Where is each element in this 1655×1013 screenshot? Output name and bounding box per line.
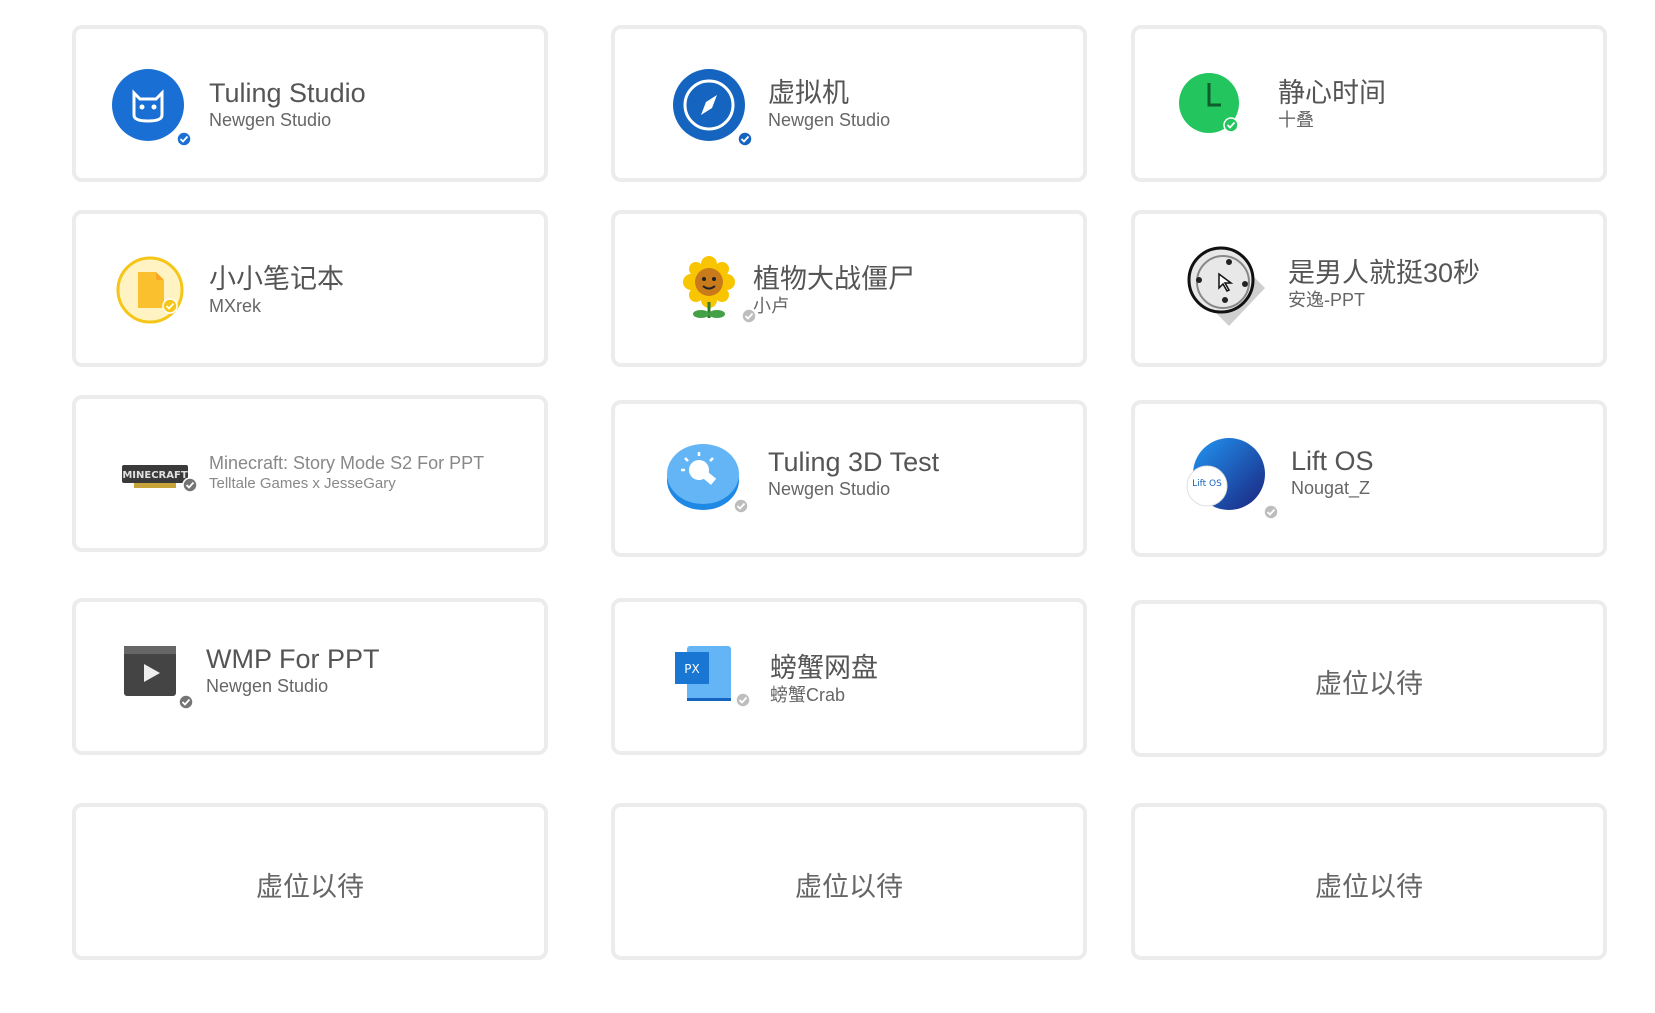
- verified-badge-icon: [176, 131, 192, 147]
- verified-badge-icon: [162, 298, 178, 314]
- app-title: 静心时间: [1278, 78, 1386, 108]
- app-developer: MXrek: [209, 296, 262, 316]
- placeholder-label: 虚位以待: [1315, 669, 1423, 699]
- cloud-drive-icon: PX: [673, 640, 751, 708]
- app-card-wmp-for-ppt[interactable]: WMP For PPT Newgen Studio: [72, 598, 548, 755]
- clock-icon: [1171, 65, 1247, 141]
- placeholder-label: 虚位以待: [1315, 872, 1423, 902]
- verified-badge-icon: [737, 131, 753, 147]
- app-card-survive-30-seconds[interactable]: 是男人就挺30秒 安逸-PPT: [1131, 210, 1607, 367]
- lift-os-icon: Lift OS: [1185, 436, 1279, 520]
- compass-icon: [671, 67, 753, 147]
- verified-badge-icon: [1223, 117, 1239, 133]
- app-card-meditation-time[interactable]: 静心时间 十叠: [1131, 25, 1607, 182]
- verified-badge-icon: [1263, 504, 1279, 520]
- app-developer: Newgen Studio: [209, 110, 332, 130]
- minecraft-logo-icon: MINECRAFT: [120, 437, 198, 507]
- app-card-notebook[interactable]: 小小笔记本 MXrek: [72, 210, 548, 367]
- lightbulb-icon: [665, 436, 749, 516]
- app-title: Tuling Studio: [209, 78, 366, 108]
- cat-face-icon: [110, 67, 192, 147]
- app-title: Minecraft: Story Mode S2 For PPT: [209, 453, 485, 473]
- app-title: 小小笔记本: [209, 264, 344, 294]
- verified-badge-icon: [733, 498, 749, 514]
- app-developer: Newgen Studio: [768, 110, 891, 130]
- app-title: 是男人就挺30秒: [1288, 258, 1481, 288]
- app-developer: Newgen Studio: [768, 479, 891, 499]
- app-card-tuling-studio[interactable]: Tuling Studio Newgen Studio: [72, 25, 548, 182]
- placeholder-card: 虚位以待: [1131, 600, 1607, 757]
- app-developer: Newgen Studio: [206, 676, 329, 696]
- media-player-icon: [120, 642, 194, 710]
- minecraft-logo-text: MINECRAFT: [122, 470, 187, 481]
- verified-badge-icon: [735, 692, 751, 708]
- placeholder-card: 虚位以待: [72, 803, 548, 960]
- app-card-plants-vs-zombies[interactable]: 植物大战僵尸 小卢: [611, 210, 1087, 367]
- app-card-virtual-machine[interactable]: 虚拟机 Newgen Studio: [611, 25, 1087, 182]
- placeholder-label: 虚位以待: [795, 872, 903, 902]
- app-developer: Telltale Games x JesseGary: [209, 475, 396, 492]
- app-title: 螃蟹网盘: [770, 653, 878, 683]
- placeholder-card: 虚位以待: [611, 803, 1087, 960]
- app-developer: 小卢: [753, 296, 789, 316]
- app-title: Lift OS: [1291, 446, 1374, 476]
- sunflower-icon: [671, 250, 757, 326]
- verified-badge-icon: [182, 477, 198, 493]
- app-title: 植物大战僵尸: [753, 264, 915, 294]
- verified-badge-icon: [178, 694, 194, 710]
- app-card-minecraft-story-mode[interactable]: MINECRAFT Minecraft: Story Mode S2 For P…: [72, 395, 548, 552]
- app-title: Tuling 3D Test: [768, 447, 940, 477]
- target-cursor-icon: [1185, 242, 1269, 326]
- app-developer: 安逸-PPT: [1288, 290, 1366, 310]
- app-developer: 十叠: [1278, 110, 1314, 130]
- lift-os-logo-text: Lift OS: [1192, 479, 1222, 489]
- app-title: WMP For PPT: [206, 644, 380, 674]
- placeholder-card: 虚位以待: [1131, 803, 1607, 960]
- placeholder-label: 虚位以待: [256, 872, 364, 902]
- app-card-lift-os[interactable]: Lift OS Lift OS Nougat_Z: [1131, 400, 1607, 557]
- app-developer: 螃蟹Crab: [770, 685, 846, 705]
- px-logo-text: PX: [684, 662, 699, 676]
- app-card-tuling-3d-test[interactable]: Tuling 3D Test Newgen Studio: [611, 400, 1087, 557]
- notebook-icon: [112, 252, 188, 328]
- app-developer: Nougat_Z: [1291, 478, 1371, 498]
- app-card-crab-cloud-drive[interactable]: PX 螃蟹网盘 螃蟹Crab: [611, 598, 1087, 755]
- app-title: 虚拟机: [768, 78, 849, 108]
